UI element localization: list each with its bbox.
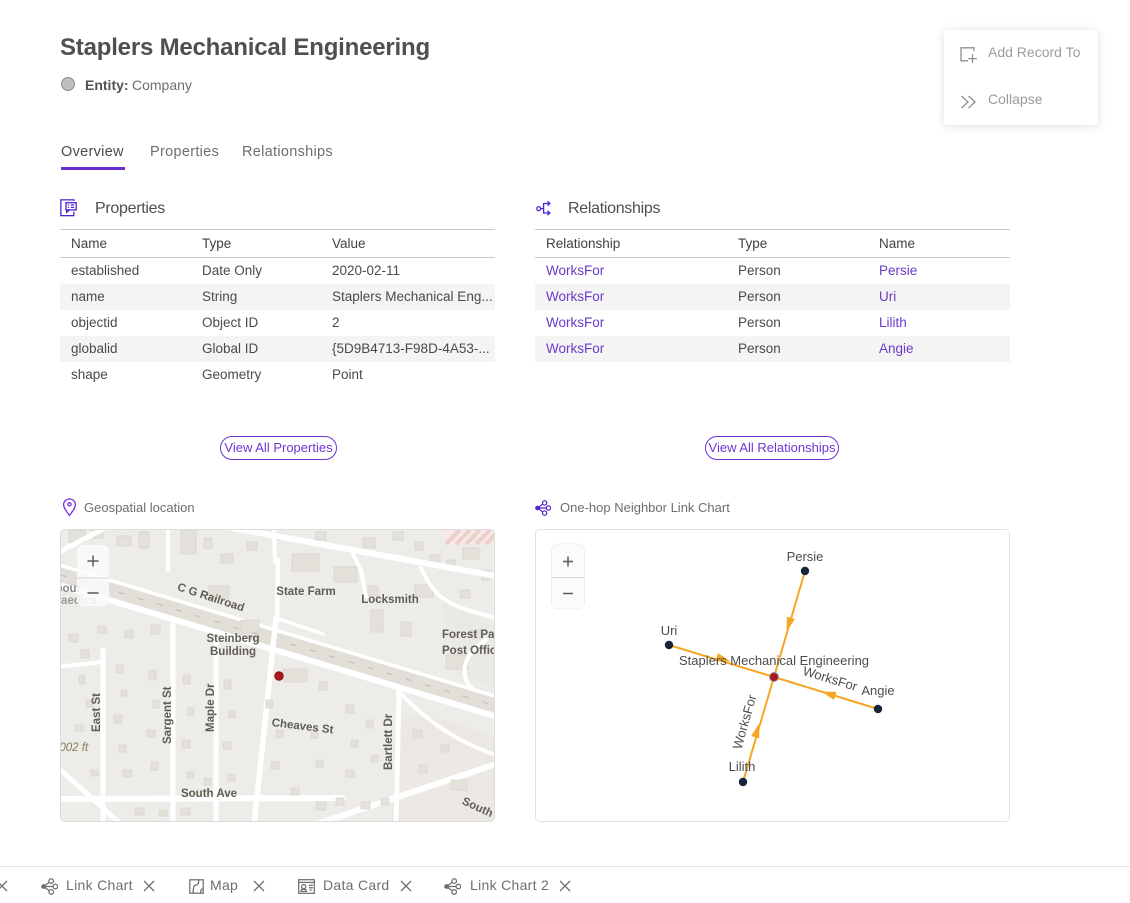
svg-text:Steinberg: Steinberg [206, 633, 259, 645]
svg-text:State Farm: State Farm [276, 586, 335, 598]
svg-text:1002 ft: 1002 ft [61, 742, 89, 754]
svg-text:South Ave: South Ave [181, 788, 237, 800]
svg-text:Maple Dr: Maple Dr [205, 683, 217, 732]
svg-text:Locksmith: Locksmith [361, 594, 419, 606]
svg-text:Persie: Persie [787, 549, 824, 564]
svg-text:Bartlett Dr: Bartlett Dr [383, 713, 395, 770]
svg-text:Sargent St: Sargent St [162, 686, 174, 744]
svg-text:East St: East St [91, 693, 103, 732]
svg-text:Staplers Mechanical Engineerin: Staplers Mechanical Engineering [679, 653, 869, 668]
svg-text:Forest Par: Forest Par [442, 629, 495, 641]
svg-text:Building: Building [210, 646, 256, 658]
svg-text:Lilith: Lilith [729, 759, 756, 774]
svg-text:Uri: Uri [661, 623, 678, 638]
svg-text:Post Office: Post Office [442, 645, 495, 657]
svg-text:Angie: Angie [861, 683, 894, 698]
